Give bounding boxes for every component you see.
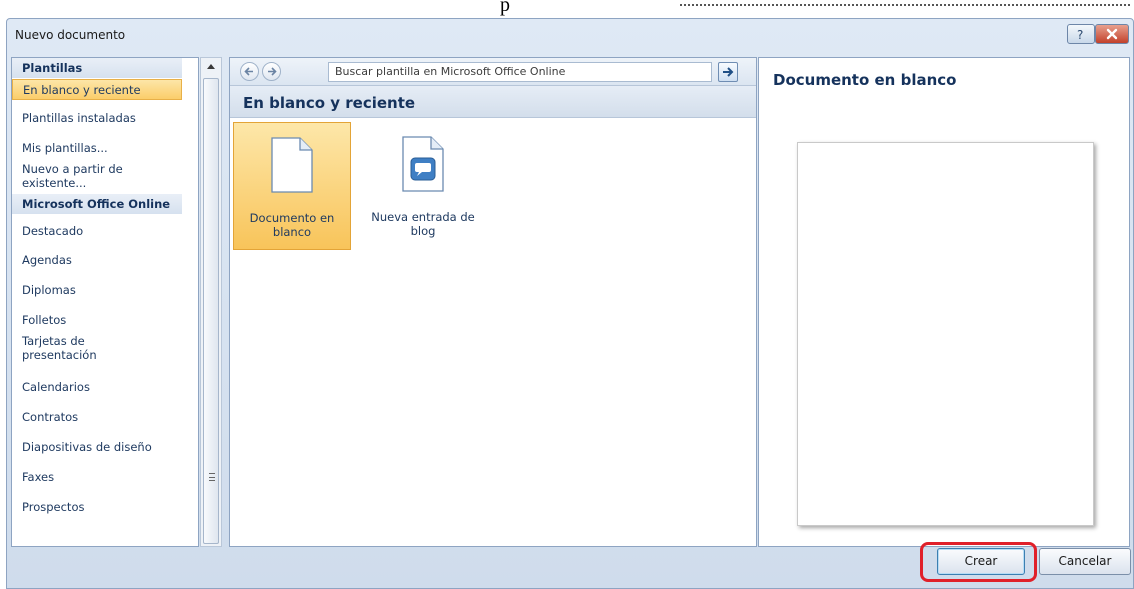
category-list: Plantillas En blanco y reciente Plantill… bbox=[11, 57, 199, 547]
section-header-templates: Plantillas bbox=[12, 58, 182, 78]
preview-panel: Documento en blanco bbox=[758, 57, 1130, 547]
sidebar-item-blank-recent[interactable]: En blanco y reciente bbox=[12, 79, 182, 100]
category-scrollbar[interactable] bbox=[200, 57, 222, 547]
sidebar-item-diplomas[interactable]: Diplomas bbox=[12, 283, 182, 297]
sidebar-item-my-templates[interactable]: Mis plantillas... bbox=[12, 141, 182, 155]
blog-post-icon bbox=[402, 136, 444, 192]
help-button[interactable]: ? bbox=[1067, 24, 1095, 44]
scrollbar-thumb[interactable] bbox=[203, 78, 219, 544]
sidebar-item-installed-templates[interactable]: Plantillas instaladas bbox=[12, 111, 182, 125]
sidebar-item-agendas[interactable]: Agendas bbox=[12, 253, 182, 267]
blank-document-icon bbox=[271, 137, 313, 193]
background-dots bbox=[680, 4, 1130, 9]
dialog-title: Nuevo documento bbox=[15, 28, 126, 42]
arrow-left-icon bbox=[244, 67, 253, 76]
forward-button[interactable] bbox=[262, 62, 281, 81]
background-strip: p bbox=[0, 0, 1134, 20]
sidebar-item-contracts[interactable]: Contratos bbox=[12, 410, 182, 424]
back-button[interactable] bbox=[240, 62, 259, 81]
template-search-input[interactable]: Buscar plantilla en Microsoft Office Onl… bbox=[328, 62, 712, 82]
create-button-highlight-ring bbox=[920, 542, 1037, 582]
search-toolbar: Buscar plantilla en Microsoft Office Onl… bbox=[230, 58, 756, 86]
sidebar-item-brochures[interactable]: Folletos bbox=[12, 313, 182, 327]
help-icon: ? bbox=[1077, 28, 1083, 40]
sidebar-item-calendars[interactable]: Calendarios bbox=[12, 380, 182, 394]
gallery-section-title: En blanco y reciente bbox=[230, 86, 756, 118]
svg-text:?: ? bbox=[1077, 28, 1083, 40]
sidebar-item-featured[interactable]: Destacado bbox=[12, 224, 182, 238]
search-go-button[interactable] bbox=[718, 62, 738, 82]
cancel-button[interactable]: Cancelar bbox=[1039, 548, 1131, 575]
close-icon bbox=[1106, 28, 1118, 40]
template-gallery: Buscar plantilla en Microsoft Office Onl… bbox=[229, 57, 757, 547]
sidebar-item-flyers[interactable]: Prospectos bbox=[12, 500, 182, 514]
background-text: p bbox=[500, 0, 511, 16]
sidebar-item-faxes[interactable]: Faxes bbox=[12, 470, 182, 484]
template-tile-blog-post[interactable]: Nueva entrada de blog bbox=[364, 122, 482, 250]
scroll-up-icon[interactable] bbox=[207, 64, 215, 69]
grip-icon bbox=[209, 473, 215, 481]
template-label-blog-post: Nueva entrada de blog bbox=[371, 210, 475, 238]
document-preview-thumbnail bbox=[797, 142, 1094, 526]
sidebar-item-new-from-existing[interactable]: Nuevo a partir de existente... bbox=[12, 162, 132, 190]
section-header-office-online: Microsoft Office Online bbox=[12, 194, 182, 214]
new-document-dialog: Nuevo documento ? Plantillas En blanco y… bbox=[6, 18, 1134, 589]
preview-title: Documento en blanco bbox=[773, 71, 957, 89]
go-arrow-icon bbox=[723, 67, 734, 77]
title-bar: Nuevo documento ? bbox=[7, 19, 1133, 51]
arrow-right-icon bbox=[268, 67, 277, 76]
close-button[interactable] bbox=[1095, 24, 1129, 44]
template-tile-blank-document[interactable]: Documento en blanco bbox=[233, 122, 351, 250]
template-label-blank-document: Documento en blanco bbox=[249, 211, 335, 239]
sidebar-item-business-cards[interactable]: Tarjetas de presentación bbox=[12, 334, 112, 362]
sidebar-item-design-slides[interactable]: Diapositivas de diseño bbox=[12, 440, 182, 454]
